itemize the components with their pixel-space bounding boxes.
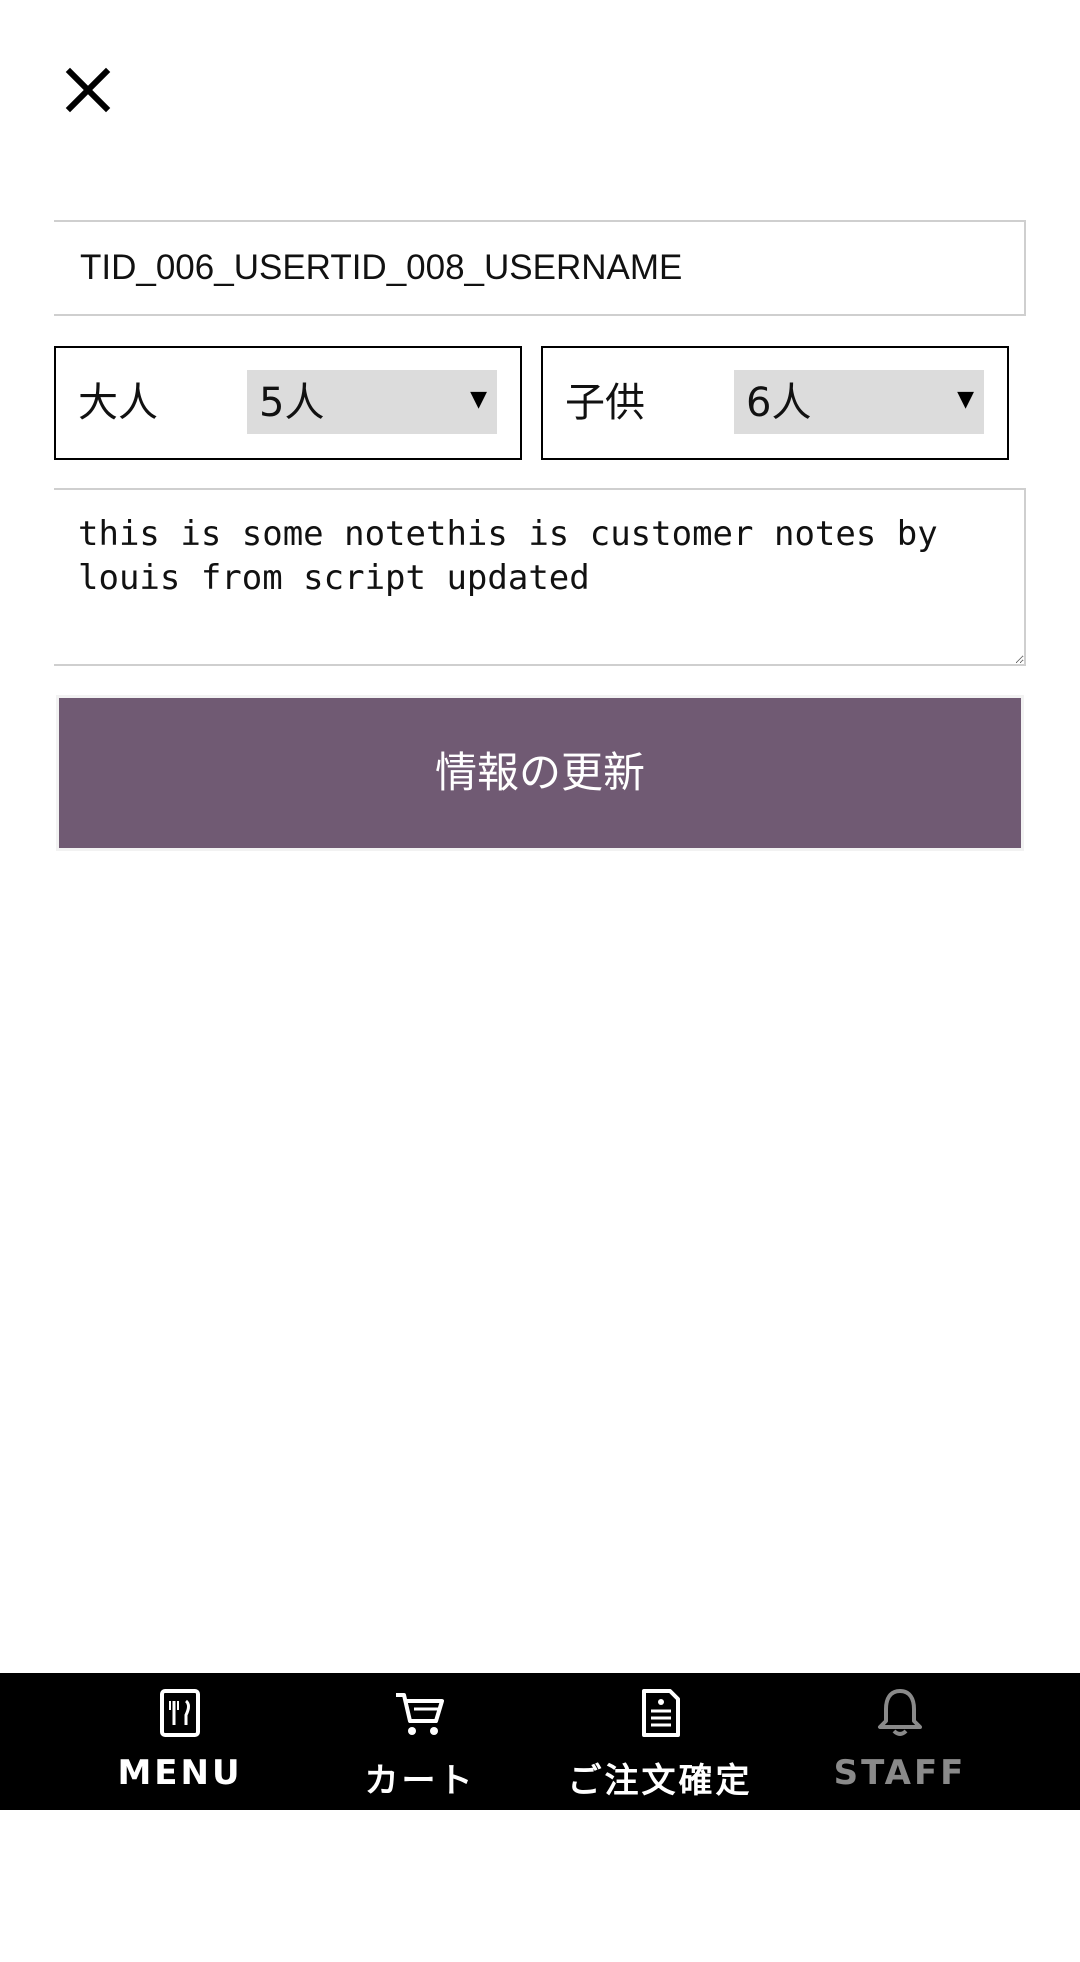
customer-name-field[interactable]	[54, 220, 1026, 316]
adult-count-value: 5人	[259, 380, 325, 426]
close-icon	[65, 67, 111, 113]
adult-count-group: 大人 5人 ▼	[54, 346, 522, 460]
adult-count-label: 大人	[78, 380, 158, 426]
order-confirm-icon	[630, 1683, 690, 1743]
nav-label-menu: MENU	[117, 1753, 243, 1793]
adult-count-select[interactable]: 5人 ▼	[247, 370, 497, 434]
cart-icon	[390, 1683, 450, 1743]
nav-item-order-confirm[interactable]: ご注文確定	[550, 1673, 770, 1810]
customer-notes-textarea[interactable]: this is some notethis is customer notes …	[54, 488, 1026, 666]
nav-label-staff: STAFF	[833, 1753, 967, 1793]
child-count-label: 子供	[565, 380, 645, 426]
close-button[interactable]	[60, 62, 116, 118]
nav-label-cart: カート	[364, 1761, 476, 1801]
nav-item-staff[interactable]: STAFF	[790, 1673, 1010, 1810]
update-info-button[interactable]: 情報の更新	[56, 695, 1024, 851]
nav-item-menu[interactable]: MENU	[70, 1673, 290, 1810]
child-count-value: 6人	[746, 380, 812, 426]
dropdown-arrow-icon: ▼	[470, 387, 487, 412]
dropdown-arrow-icon: ▼	[957, 387, 974, 412]
child-count-group: 子供 6人 ▼	[541, 346, 1009, 460]
menu-icon	[150, 1683, 210, 1743]
bell-icon	[870, 1683, 930, 1743]
nav-item-cart[interactable]: カート	[310, 1673, 530, 1810]
child-count-select[interactable]: 6人 ▼	[734, 370, 984, 434]
bottom-navigation: MENU カート ご注文確定 STAFF	[0, 1673, 1080, 1810]
nav-label-order-confirm: ご注文確定	[567, 1761, 753, 1801]
